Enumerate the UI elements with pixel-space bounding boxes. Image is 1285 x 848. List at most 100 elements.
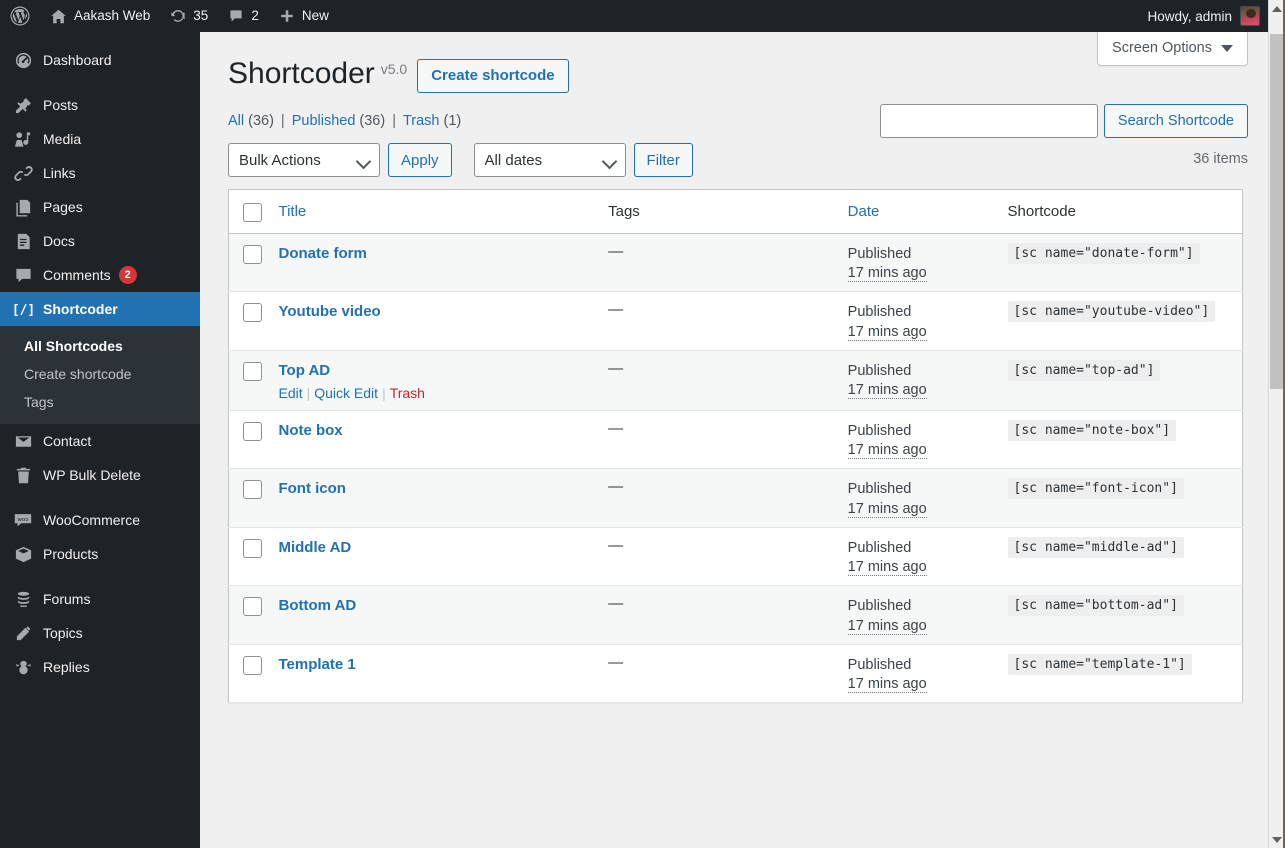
sidebar-item-pages[interactable]: Pages — [0, 190, 200, 224]
sidebar-item-media[interactable]: Media — [0, 122, 200, 156]
table-row[interactable]: Template 1 — Published 17 mins ago [sc n… — [228, 644, 1243, 704]
sidebar-item-comments[interactable]: Comments 2 — [0, 258, 200, 292]
sidebar-item-links[interactable]: Links — [0, 156, 200, 190]
wp-logo-menu[interactable] — [0, 0, 40, 32]
filter-button[interactable]: Filter — [633, 143, 693, 177]
submenu-item-tags[interactable]: Tags — [0, 388, 200, 416]
sidebar-item-products[interactable]: Products — [0, 537, 200, 571]
table-row[interactable]: Font icon — Published 17 mins ago [sc na… — [228, 468, 1243, 528]
bulk-actions-select[interactable]: Bulk Actions — [228, 143, 380, 177]
table-row[interactable]: Middle AD — Published 17 mins ago [sc na… — [228, 527, 1243, 587]
date-filter-select[interactable]: All dates — [473, 143, 626, 177]
shortcode-snippet[interactable]: [sc name="middle-ad"] — [1007, 536, 1184, 558]
sidebar-item-contact[interactable]: Contact — [0, 424, 200, 458]
row-shortcode-cell: [sc name="note-box"] — [997, 410, 1243, 470]
shortcode-snippet[interactable]: [sc name="note-box"] — [1007, 419, 1177, 441]
row-checkbox[interactable] — [243, 245, 262, 264]
row-checkbox[interactable] — [243, 480, 262, 500]
row-tags-cell: — — [598, 291, 838, 351]
table-row[interactable]: Top AD Edit | Quick Edit | Trash — Published… — [228, 350, 1243, 411]
row-shortcode-cell: [sc name="youtube-video"] — [997, 291, 1243, 351]
row-action-quick-edit[interactable]: Quick Edit — [314, 385, 378, 401]
row-checkbox[interactable] — [243, 597, 262, 617]
sidebar-item-replies[interactable]: Replies — [0, 650, 200, 684]
shortcodes-table: Title Tags Date Shortcode Donate form — — [228, 189, 1243, 704]
sidebar-item-dashboard[interactable]: Dashboard — [0, 43, 200, 77]
sort-by-date-link[interactable]: Date — [848, 203, 880, 220]
search-input[interactable] — [879, 104, 1098, 138]
row-checkbox[interactable] — [243, 303, 262, 323]
row-title-link[interactable]: Note box — [278, 420, 342, 441]
comments-menu[interactable]: 2 — [218, 0, 269, 32]
shortcode-snippet[interactable]: [sc name="font-icon"] — [1007, 478, 1184, 500]
row-tags-value: — — [608, 243, 624, 260]
screen-options-tab[interactable]: Screen Options — [1097, 32, 1248, 66]
sort-by-title-link[interactable]: Title — [278, 203, 306, 220]
row-date-cell: Published 17 mins ago — [837, 527, 998, 587]
create-shortcode-button[interactable]: Create shortcode — [417, 59, 569, 93]
sidebar-item-shortcoder[interactable]: [/] Shortcoder — [0, 292, 200, 326]
row-status: Published — [847, 539, 912, 556]
table-row[interactable]: Note box — Published 17 mins ago [sc nam… — [228, 410, 1243, 470]
row-title-link[interactable]: Bottom AD — [278, 595, 356, 616]
row-checkbox[interactable] — [243, 538, 262, 558]
row-tags-value: — — [608, 301, 624, 319]
shortcode-snippet[interactable]: [sc name="donate-form"] — [1007, 243, 1200, 264]
column-header-title: Title — [268, 189, 599, 234]
view-all-link[interactable]: All — [228, 113, 244, 129]
sidebar-item-wp-bulk-delete[interactable]: WP Bulk Delete — [0, 458, 200, 492]
wordpress-logo-icon — [10, 6, 30, 26]
submenu-item-all-shortcodes[interactable]: All Shortcodes — [0, 332, 200, 360]
shortcode-snippet[interactable]: [sc name="youtube-video"] — [1007, 301, 1216, 323]
row-checkbox[interactable] — [243, 655, 262, 675]
row-title-link[interactable]: Font icon — [278, 478, 346, 499]
shortcode-snippet[interactable]: [sc name="top-ad"] — [1007, 359, 1161, 381]
sidebar-item-label: Products — [43, 546, 99, 562]
row-checkbox-cell — [228, 644, 269, 704]
shortcode-snippet[interactable]: [sc name="template-1"] — [1007, 653, 1192, 675]
table-row[interactable]: Donate form — Published 17 mins ago [sc … — [228, 233, 1243, 293]
row-checkbox[interactable] — [243, 361, 262, 381]
sidebar-item-topics[interactable]: Topics — [0, 616, 200, 650]
site-name-menu[interactable]: Aakash Web — [40, 0, 160, 32]
sidebar-item-posts[interactable]: Posts — [0, 88, 200, 122]
column-header-tags: Tags — [598, 189, 838, 234]
apply-button[interactable]: Apply — [388, 143, 452, 177]
select-all-checkbox[interactable] — [243, 203, 262, 222]
sidebar-item-label: WooCommerce — [43, 512, 140, 528]
view-published-link[interactable]: Published — [292, 113, 356, 129]
row-title-link[interactable]: Youtube video — [278, 301, 380, 322]
row-title-cell: Bottom AD — [268, 585, 599, 645]
row-action-trash[interactable]: Trash — [390, 385, 425, 401]
new-content-menu[interactable]: New — [269, 0, 339, 32]
sidebar-item-label: Pages — [43, 199, 83, 215]
forums-icon — [12, 589, 34, 609]
table-row[interactable]: Bottom AD — Published 17 mins ago [sc na… — [228, 585, 1243, 645]
table-row[interactable]: Youtube video — Published 17 mins ago [s… — [228, 291, 1243, 351]
row-tags-cell: — — [598, 233, 838, 293]
row-title-cell: Template 1 — [268, 644, 599, 704]
row-title-link[interactable]: Template 1 — [278, 654, 355, 675]
sidebar-item-woocommerce[interactable]: woo WooCommerce — [0, 503, 200, 537]
row-date-relative: 17 mins ago — [847, 559, 927, 577]
screen-options-label: Screen Options — [1112, 40, 1212, 56]
my-account-menu[interactable]: Howdy, admin — [1147, 0, 1268, 32]
row-tags-cell: — — [598, 410, 838, 470]
row-action-edit[interactable]: Edit — [278, 385, 302, 401]
search-shortcode-button[interactable]: Search Shortcode — [1103, 104, 1248, 138]
row-checkbox[interactable] — [243, 421, 262, 441]
sidebar-item-docs[interactable]: Docs — [0, 224, 200, 258]
submenu-item-create-shortcode[interactable]: Create shortcode — [0, 360, 200, 388]
row-title-link[interactable]: Donate form — [278, 243, 366, 264]
table-head: Title Tags Date Shortcode — [228, 189, 1243, 234]
shortcode-snippet[interactable]: [sc name="bottom-ad"] — [1007, 595, 1184, 617]
view-trash-link[interactable]: Trash — [403, 113, 440, 129]
row-title-cell: Top AD Edit | Quick Edit | Trash — [268, 350, 599, 411]
row-title-cell: Donate form — [268, 233, 599, 293]
row-title-link[interactable]: Middle AD — [278, 537, 351, 558]
updates-menu[interactable]: 35 — [160, 0, 218, 32]
table-header-row: Title Tags Date Shortcode — [228, 189, 1243, 234]
sidebar-item-label: Comments — [43, 267, 111, 283]
sidebar-item-forums[interactable]: Forums — [0, 582, 200, 616]
row-title-link[interactable]: Top AD — [278, 360, 330, 381]
